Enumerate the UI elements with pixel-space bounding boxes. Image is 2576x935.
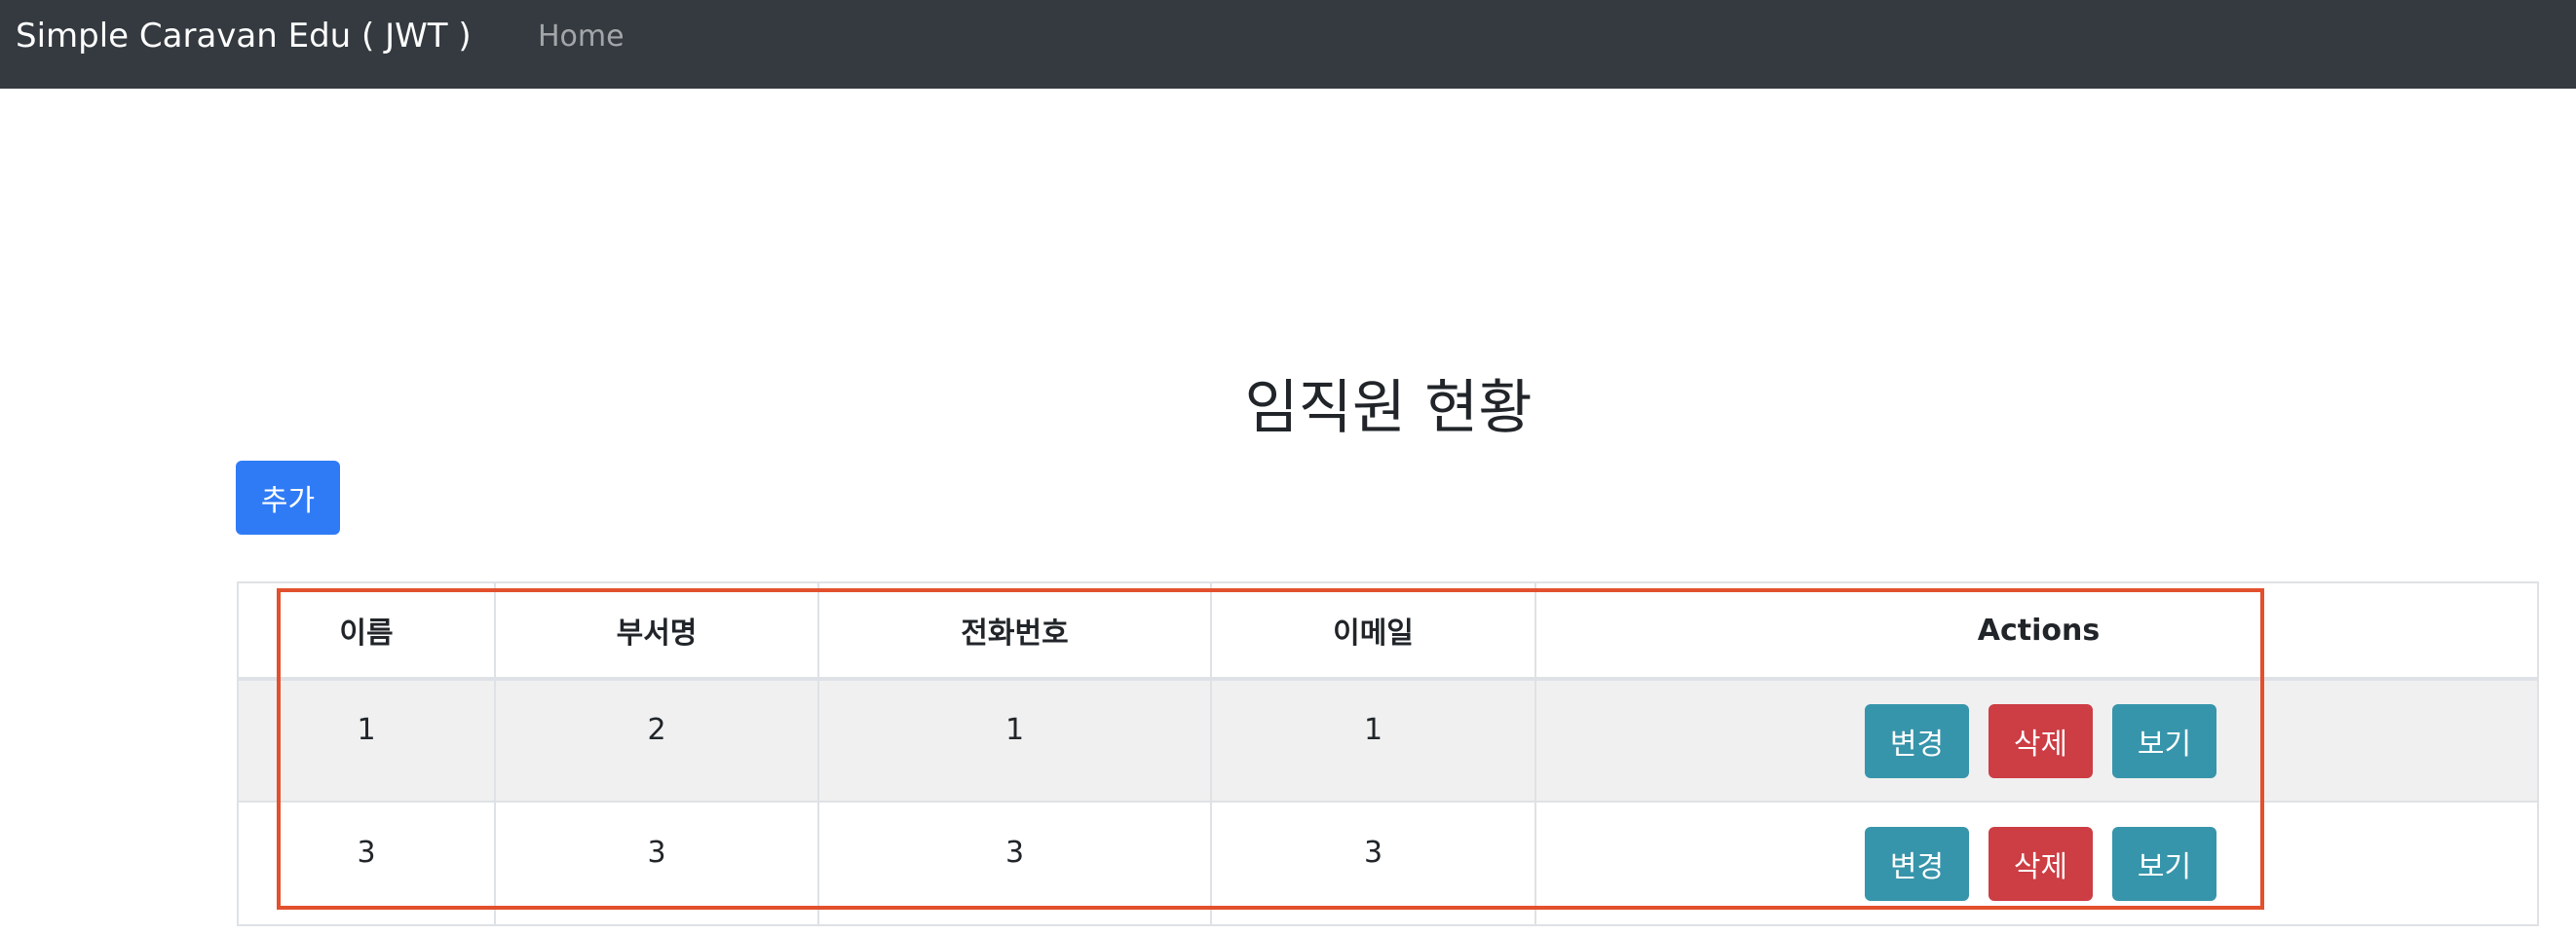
cell-phone: 3 [818,801,1212,924]
top-navbar: Simple Caravan Edu ( JWT ) Home [0,0,2576,89]
column-header-email: 이메일 [1211,583,1536,681]
view-button[interactable]: 보기 [2112,703,2216,778]
edit-button[interactable]: 변경 [1865,703,1969,778]
edit-button[interactable]: 변경 [1865,826,1969,901]
row-actions: 변경 삭제 보기 [1536,826,2537,901]
nav-link-home[interactable]: Home [538,0,625,72]
cell-email: 1 [1211,679,1536,802]
page-title: 임직원 현황 [1244,374,1533,442]
cell-actions: 변경 삭제 보기 [1535,801,2537,924]
cell-phone: 1 [818,679,1212,802]
column-header-name: 이름 [239,583,496,681]
cell-name: 3 [239,801,496,924]
column-header-phone: 전화번호 [818,583,1212,681]
table-row: 3 3 3 3 변경 삭제 보기 [239,801,2537,924]
row-actions: 변경 삭제 보기 [1536,703,2537,778]
table-row: 1 2 1 1 변경 삭제 보기 [239,679,2537,802]
add-employee-button[interactable]: 추가 [236,461,340,535]
delete-button[interactable]: 삭제 [1989,826,2093,901]
cell-name: 1 [239,679,496,802]
employee-table: 이름 부서명 전화번호 이메일 Actions 1 2 1 1 변경 삭제 보기 [239,583,2537,924]
cell-email: 3 [1211,801,1536,924]
view-button[interactable]: 보기 [2112,826,2216,901]
table-header-row: 이름 부서명 전화번호 이메일 Actions [239,583,2537,681]
cell-actions: 변경 삭제 보기 [1535,679,2537,802]
cell-department: 2 [495,679,819,802]
cell-department: 3 [495,801,819,924]
navbar-brand[interactable]: Simple Caravan Edu ( JWT ) [16,0,472,72]
column-header-department: 부서명 [495,583,819,681]
column-header-actions: Actions [1535,583,2537,681]
delete-button[interactable]: 삭제 [1989,703,2093,778]
employee-table-container: 이름 부서명 전화번호 이메일 Actions 1 2 1 1 변경 삭제 보기 [237,581,2539,926]
